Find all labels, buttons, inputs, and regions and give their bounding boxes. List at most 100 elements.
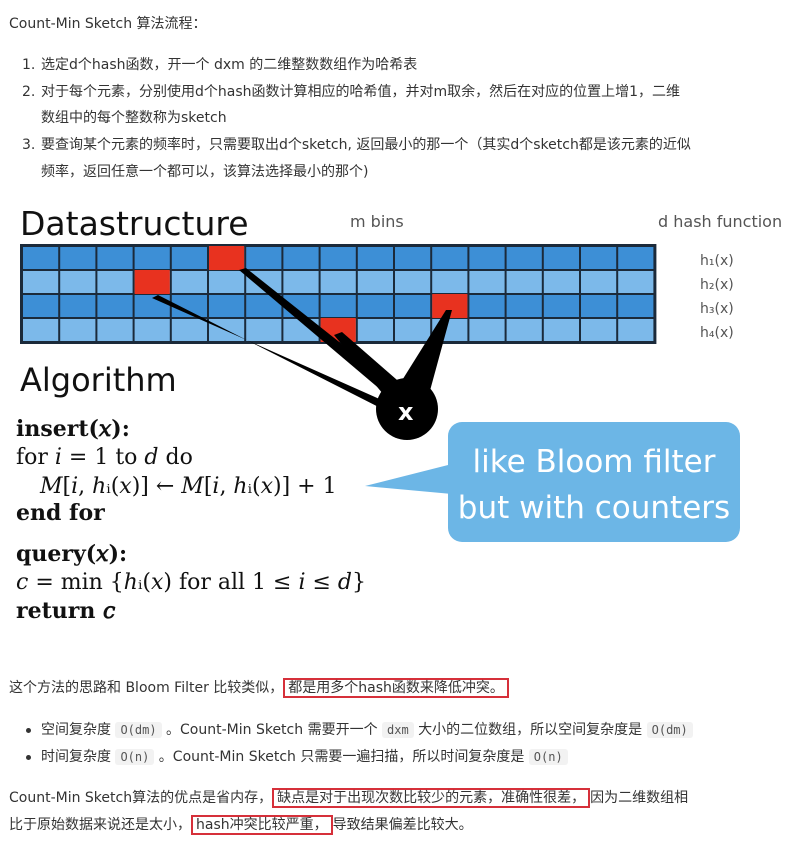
m-bins-label: m bins	[350, 212, 404, 231]
sketch-cell	[395, 295, 431, 317]
algo-for: for 𝑖 = 1 to 𝑑 do	[16, 445, 193, 470]
bullet-text: 大小的二位数组，所以空间复杂度是	[413, 722, 647, 738]
sketch-cell	[506, 271, 542, 293]
sketch-cell	[60, 271, 96, 293]
step-3-text-line2: 频率，返回任意一个都可以，该算法选择最小的那个)	[41, 164, 369, 180]
section-heading: Count-Min Sketch 算法流程：	[9, 16, 207, 32]
highlight-hash-collision: hash冲突比较严重，	[191, 815, 333, 835]
sketch-cell	[543, 319, 579, 341]
sketch-cell	[395, 319, 431, 341]
sketch-cell	[23, 271, 59, 293]
sketch-cell	[395, 271, 431, 293]
d-hash-functions-label: d hash functions	[658, 212, 782, 231]
algo-query: query(𝑥):	[16, 541, 127, 567]
sketch-cell	[97, 271, 133, 293]
algo-insert: insert(𝑥):	[16, 416, 130, 442]
sketch-cell	[618, 295, 654, 317]
bullet-dot	[26, 728, 31, 733]
figure-svg: Datastructure m bins d hash functions h₁…	[16, 204, 790, 624]
sketch-cell	[246, 319, 282, 341]
paragraph-pros-cons-line2: 比于原始数据来说还是太小， hash冲突比较严重， 导致结果偏差比较大。	[9, 815, 473, 835]
code-space-complexity: O(dm)	[115, 722, 162, 738]
step-1-text: 选定d个hash函数，开一个 dxm 的二维整数数组作为哈希表	[41, 57, 418, 73]
pros-text: Count-Min Sketch算法的优点是省内存，	[9, 790, 273, 806]
sketch-cell	[357, 295, 393, 317]
algo-min: 𝑐 = min {ℎᵢ(𝑥) for all 1 ≤ 𝑖 ≤ 𝑑}	[16, 570, 366, 595]
result-text: 导致结果偏差比较大。	[332, 817, 473, 833]
sketch-cell	[320, 271, 356, 293]
hash-label-h4: h₄(x)	[700, 325, 734, 341]
highlight-cons-accuracy: 缺点是对于出现次数比较少的元素，准确性很差，	[272, 788, 591, 808]
sketch-cell	[618, 319, 654, 341]
bullet-dot	[26, 755, 31, 760]
hash-label-h3: h₃(x)	[700, 301, 734, 317]
hit-cell-h2	[134, 270, 170, 294]
sketch-cell	[357, 271, 393, 293]
sketch-cell	[469, 319, 505, 341]
step-2-text-line2: 数组中的每个整数称为sketch	[41, 110, 227, 126]
sketch-cell	[506, 247, 542, 269]
sketch-cell	[432, 247, 468, 269]
sketch-cell	[23, 295, 59, 317]
sketch-cell	[506, 295, 542, 317]
sketch-cell	[469, 295, 505, 317]
count-min-sketch-figure: Datastructure m bins d hash functions h₁…	[0, 198, 790, 653]
sketch-cell	[581, 271, 617, 293]
hash-label-h1: h₁(x)	[700, 253, 734, 269]
sketch-cell	[357, 247, 393, 269]
bullet-text: 。Count-Min Sketch 只需要一遍扫描，所以时间复杂度是	[154, 749, 529, 765]
sketch-cell	[357, 319, 393, 341]
sketch-cell	[506, 319, 542, 341]
highlight-reduce-collisions: 都是用多个hash函数来降低冲突。	[283, 678, 509, 698]
paragraph-similarity-text: 这个方法的思路和 Bloom Filter 比较类似，	[9, 680, 284, 696]
sketch-cell	[543, 295, 579, 317]
reason-text: 比于原始数据来说还是太小，	[9, 817, 191, 833]
algo-return: return 𝑐	[16, 598, 116, 624]
sketch-cell	[283, 247, 319, 269]
datastructure-title: Datastructure	[20, 204, 249, 243]
sketch-cell	[618, 271, 654, 293]
sketch-cell	[134, 247, 170, 269]
sketch-cell	[618, 247, 654, 269]
sketch-cell	[23, 319, 59, 341]
sketch-cell	[283, 271, 319, 293]
step-2-text-line1: 对于每个元素，分别使用d个hash函数计算相应的哈希值，并对m取余，然后在对应的…	[41, 84, 681, 100]
sketch-cell	[97, 247, 133, 269]
paragraph-similarity: 这个方法的思路和 Bloom Filter 比较类似， 都是用多个hash函数来降…	[9, 678, 509, 698]
algorithm-title: Algorithm	[20, 361, 177, 399]
code-space-complexity-result: O(dm)	[646, 722, 693, 738]
sketch-cell	[97, 319, 133, 341]
sketch-cell	[320, 247, 356, 269]
sketch-cell	[60, 295, 96, 317]
element-x-label: x	[398, 398, 414, 426]
sketch-cell	[97, 295, 133, 317]
sketch-cell	[209, 295, 245, 317]
sketch-cell	[432, 271, 468, 293]
sketch-cell	[171, 319, 207, 341]
bubble-line-2: but with counters	[458, 490, 730, 526]
step-3-text-line1: 要查询某个元素的频率时，只需要取出d个sketch, 返回最小的那一个（其实d个…	[41, 137, 691, 153]
sketch-cell	[581, 319, 617, 341]
sketch-cell	[134, 319, 170, 341]
hash-function-labels: h₁(x) h₂(x) h₃(x) h₄(x)	[700, 253, 734, 341]
bullet-text: 时间复杂度	[41, 749, 116, 765]
sketch-cell	[23, 247, 59, 269]
code-dxm: dxm	[382, 722, 414, 738]
sketch-cell	[543, 271, 579, 293]
sketch-cell	[581, 247, 617, 269]
sketch-cell	[171, 247, 207, 269]
hash-label-h2: h₂(x)	[700, 277, 734, 293]
sketch-cell	[543, 247, 579, 269]
sketch-cell	[469, 271, 505, 293]
paragraph-pros-cons-line1: Count-Min Sketch算法的优点是省内存， 缺点是对于出现次数比较少的元…	[9, 788, 688, 808]
code-time-complexity: O(n)	[115, 749, 155, 765]
sketch-cell	[246, 247, 282, 269]
algo-update: 𝑀[𝑖, ℎᵢ(𝑥)] ← 𝑀[𝑖, ℎᵢ(𝑥)] + 1	[39, 474, 337, 499]
hit-cell-h1	[209, 246, 245, 270]
sketch-cell	[60, 319, 96, 341]
sketch-cell	[395, 247, 431, 269]
sketch-cell	[581, 295, 617, 317]
bullet-space-complexity: 空间复杂度 O(dm) 。Count-Min Sketch 需要开一个 dxm …	[41, 720, 693, 740]
sketch-cell	[209, 271, 245, 293]
speech-bubble: like Bloom filter but with counters	[365, 422, 740, 542]
